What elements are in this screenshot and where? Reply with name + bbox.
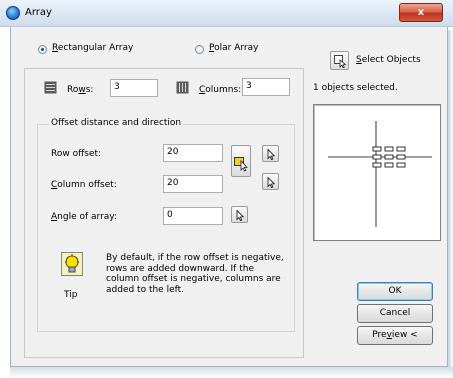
- rows-icon: [44, 81, 57, 94]
- polar-array-label[interactable]: Polar Array: [209, 43, 258, 53]
- title-bar: [0, 0, 453, 27]
- array-preview: [313, 104, 441, 241]
- angle-label: Angle of array:: [51, 212, 117, 222]
- preview-button[interactable]: Preview <: [357, 326, 433, 345]
- angle-input[interactable]: 0: [163, 207, 223, 225]
- rows-input[interactable]: 3: [110, 79, 158, 97]
- select-objects-label[interactable]: Select Objects: [356, 55, 421, 65]
- rectangular-array-label[interactable]: Rectangular Array: [52, 43, 133, 53]
- tip-lightbulb-icon: [61, 252, 83, 276]
- window-shadow: [10, 367, 453, 378]
- columns-input[interactable]: 3: [242, 78, 290, 96]
- app-icon: [6, 6, 20, 20]
- ok-button[interactable]: OK: [357, 282, 433, 301]
- polar-array-radio[interactable]: [195, 45, 204, 54]
- column-offset-input[interactable]: 20: [163, 175, 223, 193]
- selection-status: 1 objects selected.: [313, 83, 398, 93]
- row-offset-label: Row offset:: [51, 149, 102, 159]
- columns-label: Columns:: [199, 85, 242, 95]
- array-preview-graphic: [328, 121, 432, 227]
- pick-icon: [267, 177, 276, 188]
- window-shadow: [448, 30, 453, 375]
- pick-row-offset-button[interactable]: [262, 145, 279, 162]
- tip-text: By default, if the row offset is negativ…: [106, 253, 284, 295]
- tip-label: Tip: [64, 290, 78, 300]
- select-objects-button[interactable]: [330, 51, 349, 70]
- window-title: Array: [25, 7, 52, 18]
- pick-angle-button[interactable]: [231, 206, 248, 223]
- column-offset-label: Column offset:: [51, 180, 117, 190]
- row-offset-input[interactable]: 20: [163, 144, 223, 162]
- columns-icon: [176, 81, 189, 94]
- pick-icon: [236, 210, 245, 221]
- pick-both-offsets-button[interactable]: [231, 145, 251, 177]
- pick-icon: [267, 149, 276, 160]
- pick-column-offset-button[interactable]: [262, 173, 279, 190]
- close-button[interactable]: x: [399, 3, 443, 22]
- cancel-button[interactable]: Cancel: [357, 304, 433, 323]
- rectangular-array-text: ectangular Array: [57, 43, 134, 53]
- rectangular-array-radio[interactable]: [38, 45, 47, 54]
- close-icon: x: [417, 7, 425, 18]
- select-objects-icon: [334, 55, 347, 68]
- offset-group-caption: Offset distance and direction: [49, 118, 184, 128]
- pick-both-offsets-icon: [234, 157, 248, 172]
- rows-label: Rows:: [67, 85, 94, 95]
